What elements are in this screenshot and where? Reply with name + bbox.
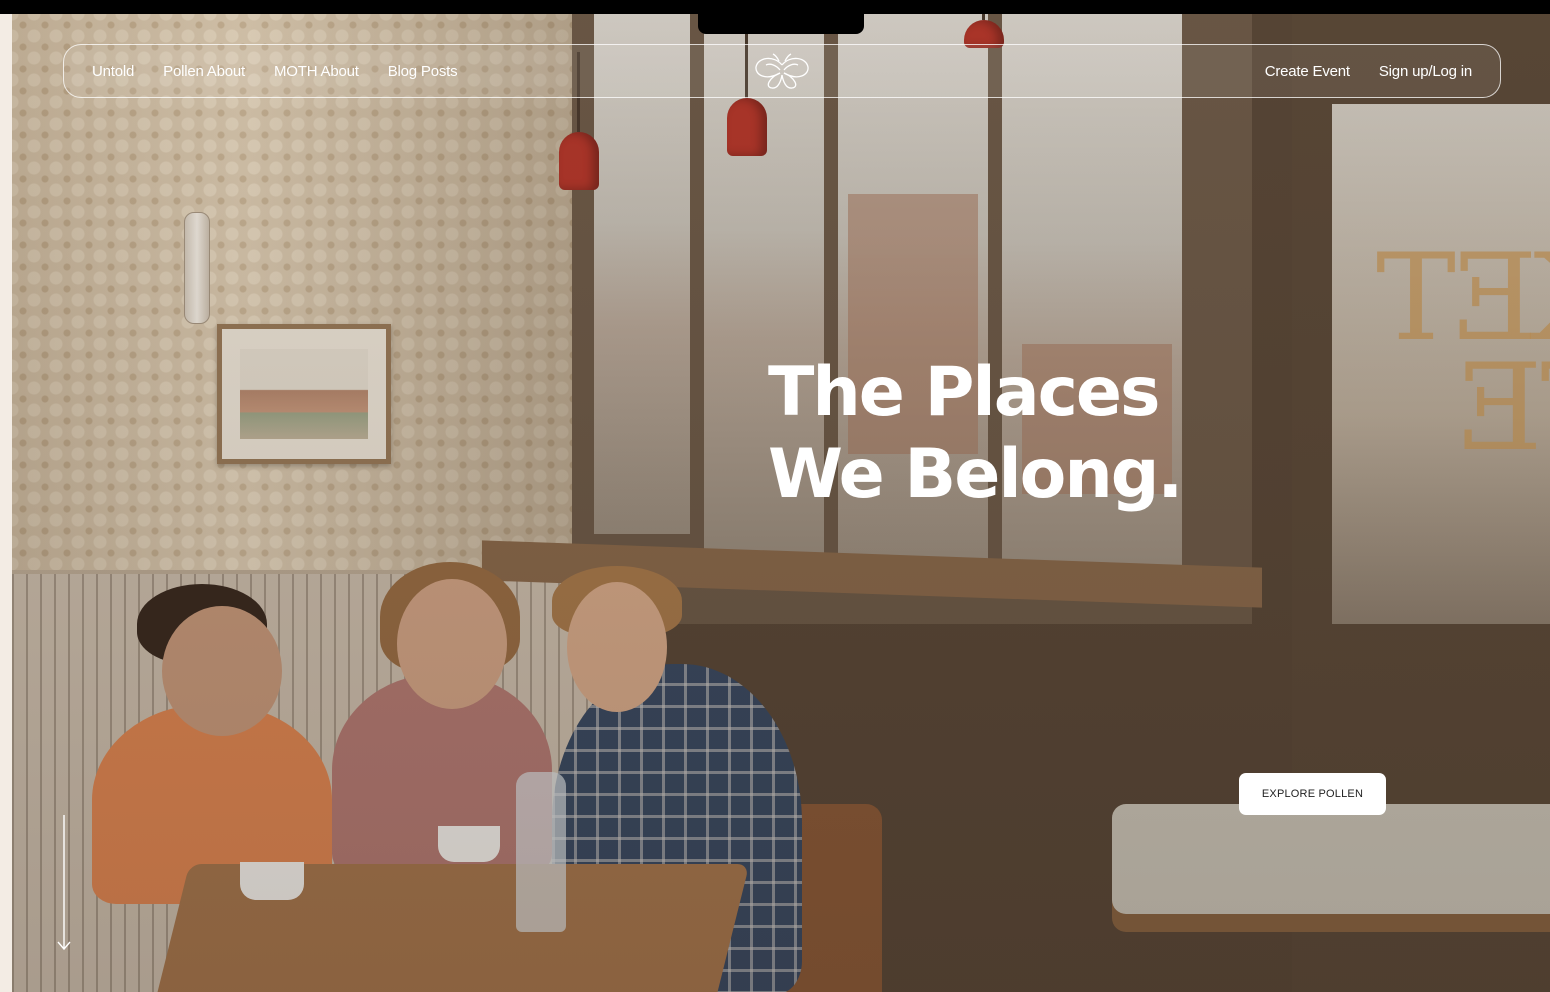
main-navigation: Untold Pollen About MOTH About Blog Post… xyxy=(63,44,1501,98)
nav-link-blog-posts[interactable]: Blog Posts xyxy=(388,63,458,80)
hero-headline-line-1: The Places xyxy=(768,353,1161,432)
nav-left-group: Untold Pollen About MOTH About Blog Post… xyxy=(92,45,458,97)
nav-link-pollen-about[interactable]: Pollen About xyxy=(163,63,245,80)
create-event-link[interactable]: Create Event xyxy=(1265,63,1350,80)
moth-wings-icon[interactable] xyxy=(752,53,812,91)
nav-link-untold[interactable]: Untold xyxy=(92,63,134,80)
hero-headline-line-2: We Belong. xyxy=(768,435,1183,514)
nav-right-group: Create Event Sign up/Log in xyxy=(1265,45,1472,97)
camera-notch xyxy=(698,0,864,34)
explore-pollen-button[interactable]: EXPLORE POLLEN xyxy=(1239,773,1386,815)
left-edge-strip xyxy=(0,14,12,992)
signup-login-link[interactable]: Sign up/Log in xyxy=(1379,63,1472,80)
hero-headline: The Places We Belong. xyxy=(768,352,1183,516)
arrow-down-icon[interactable] xyxy=(56,815,72,955)
nav-link-moth-about[interactable]: MOTH About xyxy=(274,63,359,80)
